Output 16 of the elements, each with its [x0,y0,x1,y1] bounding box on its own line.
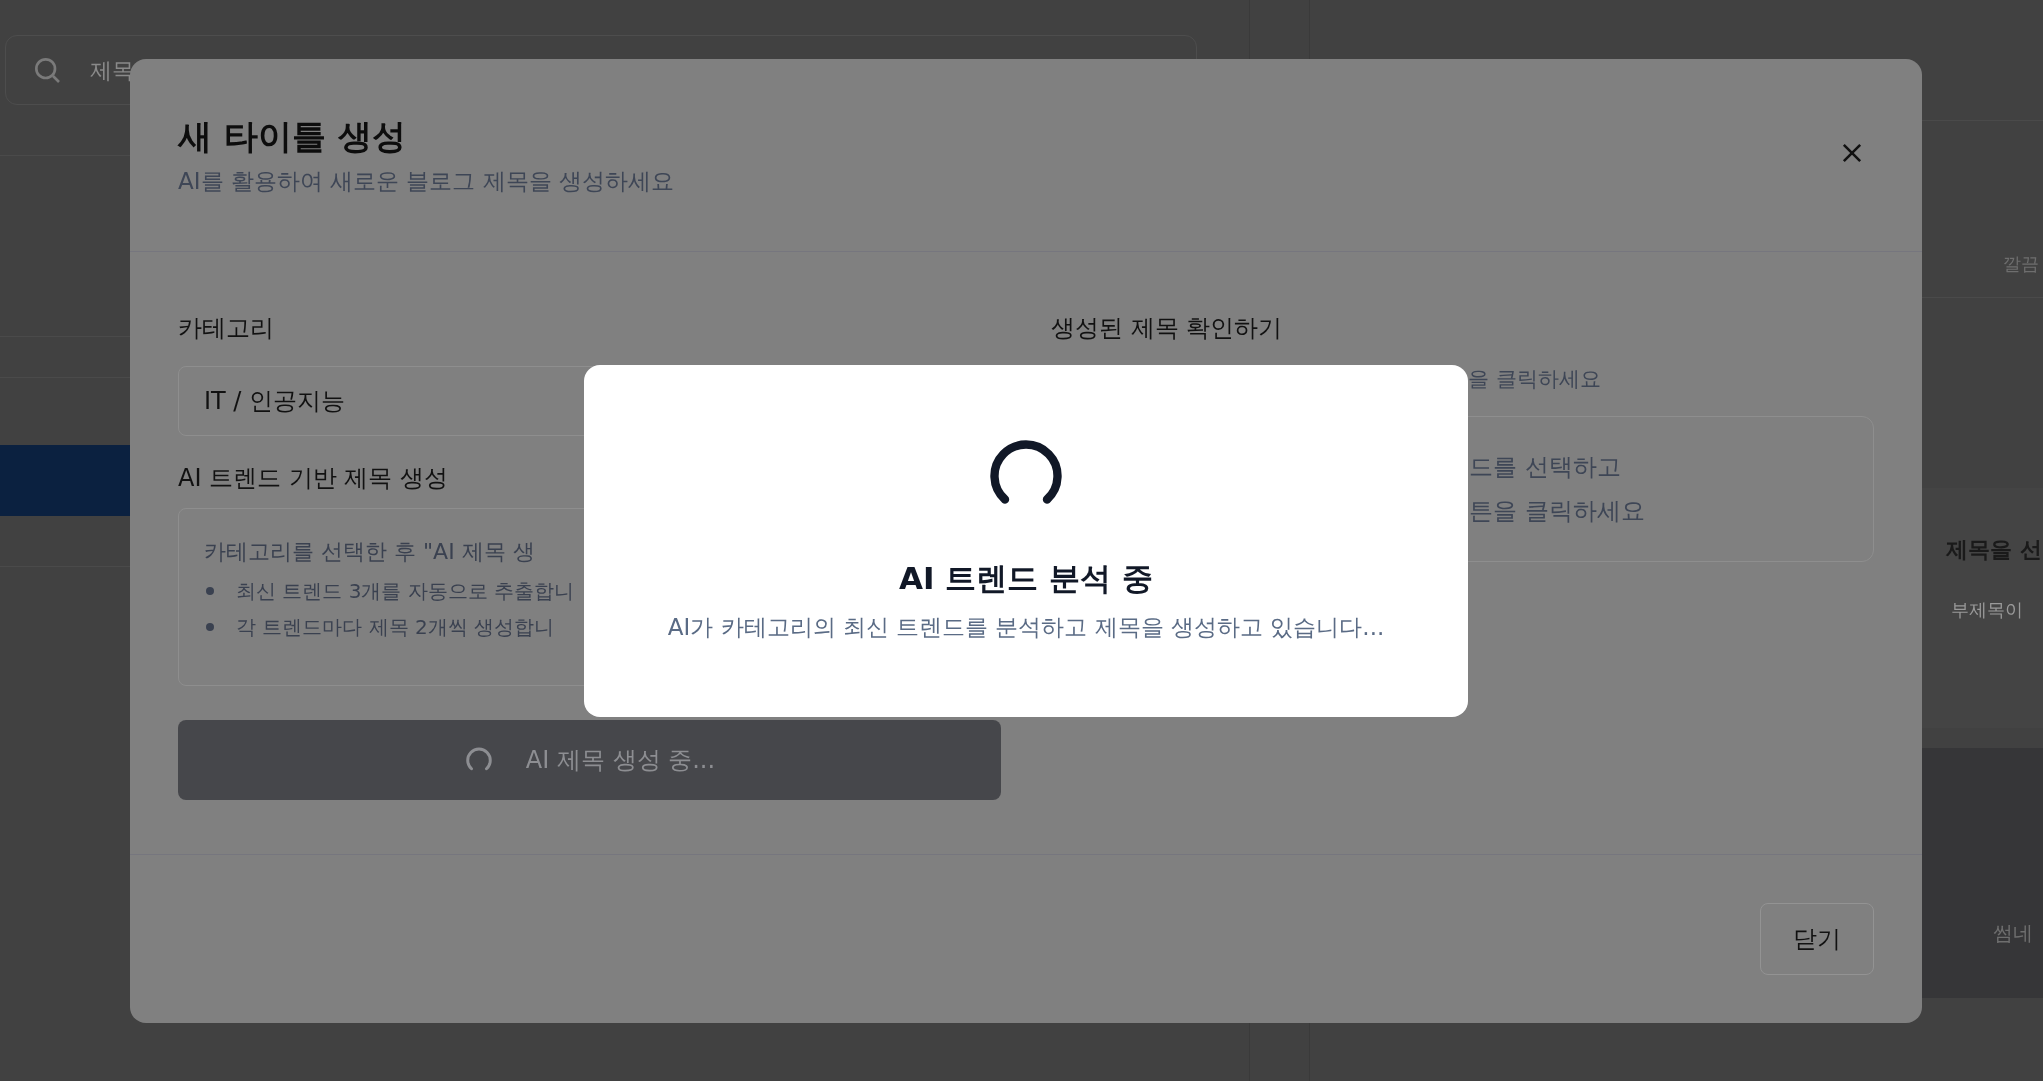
loading-title: AI 트렌드 분석 중 [899,559,1153,598]
section-label: 생성된 제목 확인하기 [1051,313,1284,344]
close-dialog-button[interactable]: 닫기 [1760,903,1874,975]
hint-text: 을 클릭하세요 [1468,366,1602,393]
bullet-text: 최신 트렌드 3개를 자동으로 추출합니 [236,578,575,605]
empty-state-text: 드를 선택하고 [1469,451,1622,483]
dialog-title: 새 타이틀 생성 [178,115,407,158]
section-label: AI 트렌드 기반 제목 생성 [178,463,449,494]
dialog-subtitle: AI를 활용하여 새로운 블로그 제목을 생성하세요 [178,167,675,196]
loading-message: AI가 카테고리의 최신 트렌드를 분석하고 제목을 생성하고 있습니다... [667,612,1385,642]
bullet-text: 각 트렌드마다 제목 2개씩 생성합니 [236,614,555,641]
empty-state-text: 튼을 클릭하세요 [1469,495,1646,527]
subheading-text: 부제목이 [1951,598,2024,622]
info-text: 카테고리를 선택한 후 "AI 제목 생 [204,538,536,566]
thumbnail-caption: 썸네 [1993,920,2033,947]
field-label: 카테고리 [178,313,275,344]
